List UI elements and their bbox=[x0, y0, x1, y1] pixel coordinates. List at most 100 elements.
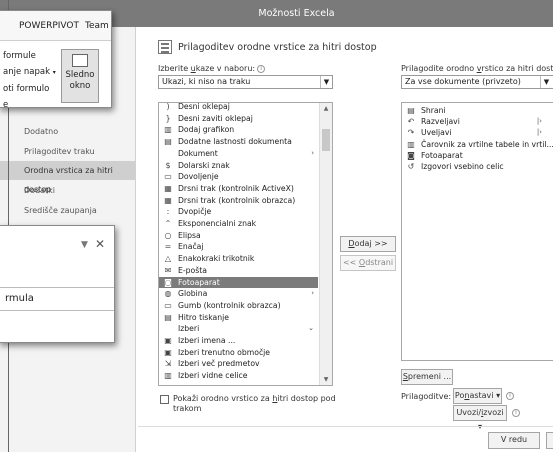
ribbon-command[interactable]: oti formulo bbox=[3, 81, 56, 97]
show-below-ribbon-checkbox[interactable] bbox=[160, 395, 169, 404]
nav-item-customize-ribbon[interactable]: Prilagoditev traku bbox=[0, 142, 135, 161]
nav-item-quick-access-toolbar[interactable]: Orodna vrstica za hitri dostop bbox=[0, 161, 135, 194]
scroll-thumb[interactable] bbox=[322, 129, 330, 151]
list-item[interactable]: ◍ Globina › bbox=[159, 288, 318, 299]
add-button[interactable]: Dodaj >> bbox=[340, 236, 396, 252]
list-item[interactable]: $ Dolarski znak bbox=[159, 160, 318, 171]
list-item-label: Desni zaviti oklepaj bbox=[178, 113, 253, 123]
chevron-down-icon[interactable]: ▼ bbox=[320, 76, 332, 88]
list-item[interactable]: ▤ Shrani bbox=[402, 105, 546, 116]
list-item-label: Dolarski znak bbox=[178, 160, 230, 170]
list-item-label: Izberi več predmetov bbox=[178, 359, 260, 369]
list-item[interactable]: ⇲ Izberi več predmetov bbox=[159, 358, 318, 369]
list-item[interactable]: ▥ Izberi vidne celice bbox=[159, 370, 318, 381]
list-item-label: Izberi imena ... bbox=[178, 336, 236, 345]
submenu-indicator-icon: ⌄ bbox=[308, 324, 314, 333]
customize-toolbar-label: Prilagodite orodno vrstico za hitri dost… bbox=[401, 64, 553, 73]
import-export-dropdown[interactable]: Uvozi/izvozi ▾ bbox=[453, 405, 507, 431]
list-item[interactable]: ▤ Hitro tiskanje bbox=[159, 312, 318, 323]
command-icon: ↺ bbox=[407, 162, 415, 171]
nav-item-advanced[interactable]: Dodatno bbox=[0, 122, 135, 141]
command-icon: ⌃ bbox=[164, 219, 172, 228]
remove-button[interactable]: << Odstrani bbox=[340, 255, 396, 271]
list-item[interactable]: ▭ Dovoljenje bbox=[159, 171, 318, 182]
list-item[interactable]: ) Desni oklepaj bbox=[159, 103, 318, 112]
list-item-label: E-pošta bbox=[178, 265, 207, 275]
modify-button[interactable]: Spremeni ... bbox=[401, 369, 453, 385]
nav-item-addins[interactable]: Dodatki bbox=[0, 181, 135, 200]
chevron-down-icon: ▾ bbox=[52, 69, 56, 76]
list-item-label: Globina bbox=[178, 289, 208, 299]
command-icon: ▤ bbox=[164, 312, 172, 322]
pane-options-icon[interactable]: ▼ bbox=[81, 240, 88, 250]
list-item[interactable]: } Desni zaviti oklepaj bbox=[159, 113, 318, 124]
tab-powerpivot[interactable]: POWERPIVOT bbox=[19, 21, 79, 31]
command-icon: ▦ bbox=[164, 195, 172, 205]
list-item[interactable]: ▦ Drsni trak (kontrolnik ActiveX) bbox=[159, 183, 318, 194]
command-icon: ▥ bbox=[164, 371, 172, 381]
list-item-label: Hitro tiskanje bbox=[178, 312, 229, 322]
nav-item-trust-center[interactable]: Središče zaupanja bbox=[0, 201, 135, 220]
command-icon: ▭ bbox=[164, 300, 172, 310]
ok-button[interactable]: V redu bbox=[488, 432, 540, 449]
list-item-label: Izgovori vsebino celic bbox=[421, 162, 504, 171]
list-item-label: Izberi vidne celice bbox=[178, 371, 248, 381]
reset-dropdown[interactable]: Ponastavi ▾ bbox=[453, 388, 502, 404]
toolbar-icon bbox=[158, 40, 172, 54]
chevron-down-icon: ▾ bbox=[496, 391, 501, 400]
list-item-label: Dokument bbox=[178, 148, 218, 158]
toolbar-commands-list[interactable]: ▤ Shrani ↶ Razveljavi |› ↷ Uveljavi |› ▥ Čarovnik… bbox=[401, 102, 553, 361]
scroll-up-icon[interactable]: ▲ bbox=[320, 103, 332, 114]
list-item[interactable]: ↶ Razveljavi |› bbox=[402, 116, 546, 127]
list-item[interactable]: : Dvopičje bbox=[159, 206, 318, 217]
list-item[interactable]: ✉ E-pošta bbox=[159, 265, 318, 276]
list-item[interactable]: ▦ Drsni trak (kontrolnik obrazca) bbox=[159, 195, 318, 206]
list-item[interactable]: ▥ Čarovnik za vrtilne tabele in vrtil... bbox=[402, 139, 553, 150]
ribbon-command[interactable]: formule bbox=[3, 48, 56, 64]
list-item-label: Fotoaparat bbox=[421, 150, 463, 160]
chevron-down-icon[interactable]: ▼ bbox=[540, 76, 552, 88]
list-item[interactable]: △ Enakokraki trikotnik bbox=[159, 253, 318, 264]
list-item-label: Drsni trak (kontrolnik ActiveX) bbox=[178, 183, 294, 193]
list-item[interactable]: ↺ Izgovori vsebino celic bbox=[402, 161, 546, 172]
watch-window-button[interactable]: Sledno okno bbox=[61, 49, 99, 103]
customizations-label: Prilagoditve: bbox=[401, 392, 452, 401]
tab-team[interactable]: Team bbox=[85, 21, 109, 31]
command-icon bbox=[163, 324, 173, 333]
customize-toolbar-select[interactable]: Za vse dokumente (privzeto) ▼ bbox=[401, 75, 553, 89]
submenu-indicator-icon: › bbox=[311, 289, 314, 298]
list-item[interactable]: ▭ Gumb (kontrolnik obrazca) bbox=[159, 300, 318, 311]
command-icon: ▥ bbox=[164, 125, 172, 135]
list-item[interactable]: ↷ Uveljavi |› bbox=[402, 127, 546, 138]
choose-commands-select[interactable]: Ukazi, ki niso na traku ▼ bbox=[158, 75, 333, 89]
list-item[interactable]: ▣ Izberi imena ... bbox=[159, 335, 318, 346]
list-item[interactable]: ⌃ Eksponencialni znak bbox=[159, 218, 318, 229]
ribbon-command[interactable]: anje napak ▾ bbox=[3, 64, 56, 81]
list-item[interactable]: ◙ Fotoaparat bbox=[402, 150, 546, 161]
available-commands-list[interactable]: ▲ ▼ ) Desni oklepaj} Desni zaviti oklepaj ▥… bbox=[158, 102, 333, 386]
left-list-scrollbar[interactable]: ▲ ▼ bbox=[319, 103, 332, 385]
command-icon: ▥ bbox=[407, 139, 415, 149]
list-item[interactable]: ◙ Fotoaparat bbox=[159, 276, 318, 288]
command-icon: ▤ bbox=[164, 137, 172, 147]
list-item[interactable]: = Enačaj bbox=[159, 241, 318, 252]
cancel-button[interactable] bbox=[546, 432, 553, 449]
list-item[interactable]: Dokument › bbox=[159, 148, 318, 159]
command-icon: ↷ bbox=[407, 128, 415, 138]
command-icon: ○ bbox=[164, 230, 172, 240]
submenu-indicator-icon: |› bbox=[536, 128, 542, 137]
scroll-down-icon[interactable]: ▼ bbox=[320, 374, 332, 385]
close-icon[interactable]: ✕ bbox=[95, 237, 105, 251]
command-icon: ▦ bbox=[164, 183, 172, 193]
command-icon: = bbox=[164, 242, 172, 252]
list-item[interactable]: ▤ Dodatne lastnosti dokumenta bbox=[159, 136, 318, 147]
list-item[interactable]: ○ Elipsa bbox=[159, 230, 318, 241]
list-item[interactable]: ▥ Dodaj grafikon bbox=[159, 124, 318, 135]
list-item-label: Dodatne lastnosti dokumenta bbox=[178, 137, 292, 147]
ribbon-command[interactable]: e bbox=[3, 97, 56, 107]
command-icon: ◍ bbox=[164, 289, 172, 299]
list-item[interactable]: ▣ Izberi trenutno območje bbox=[159, 347, 318, 358]
list-item-label: Izberi bbox=[178, 324, 200, 334]
list-item[interactable]: Izberi ⌄ bbox=[159, 323, 318, 334]
command-icon: } bbox=[165, 113, 171, 123]
